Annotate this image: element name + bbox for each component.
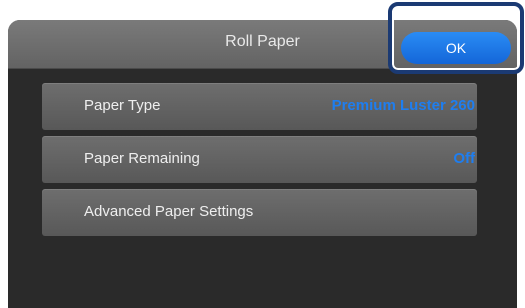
menu-item-value: Premium Luster 260 [331, 97, 475, 114]
menu-item-paper-type[interactable]: Paper Type Premium Luster 260 [42, 83, 477, 130]
menu-item-paper-remaining[interactable]: Paper Remaining Off [42, 136, 477, 183]
menu-item-label: Paper Remaining [84, 150, 200, 167]
ok-button[interactable]: OK [401, 32, 511, 64]
settings-list: Paper Type Premium Luster 260 Paper Rema… [42, 83, 477, 242]
menu-item-label: Paper Type [84, 97, 161, 114]
menu-item-value: Off [453, 150, 475, 167]
menu-item-label: Advanced Paper Settings [84, 203, 254, 220]
menu-item-advanced-paper-settings[interactable]: Advanced Paper Settings [42, 189, 477, 236]
